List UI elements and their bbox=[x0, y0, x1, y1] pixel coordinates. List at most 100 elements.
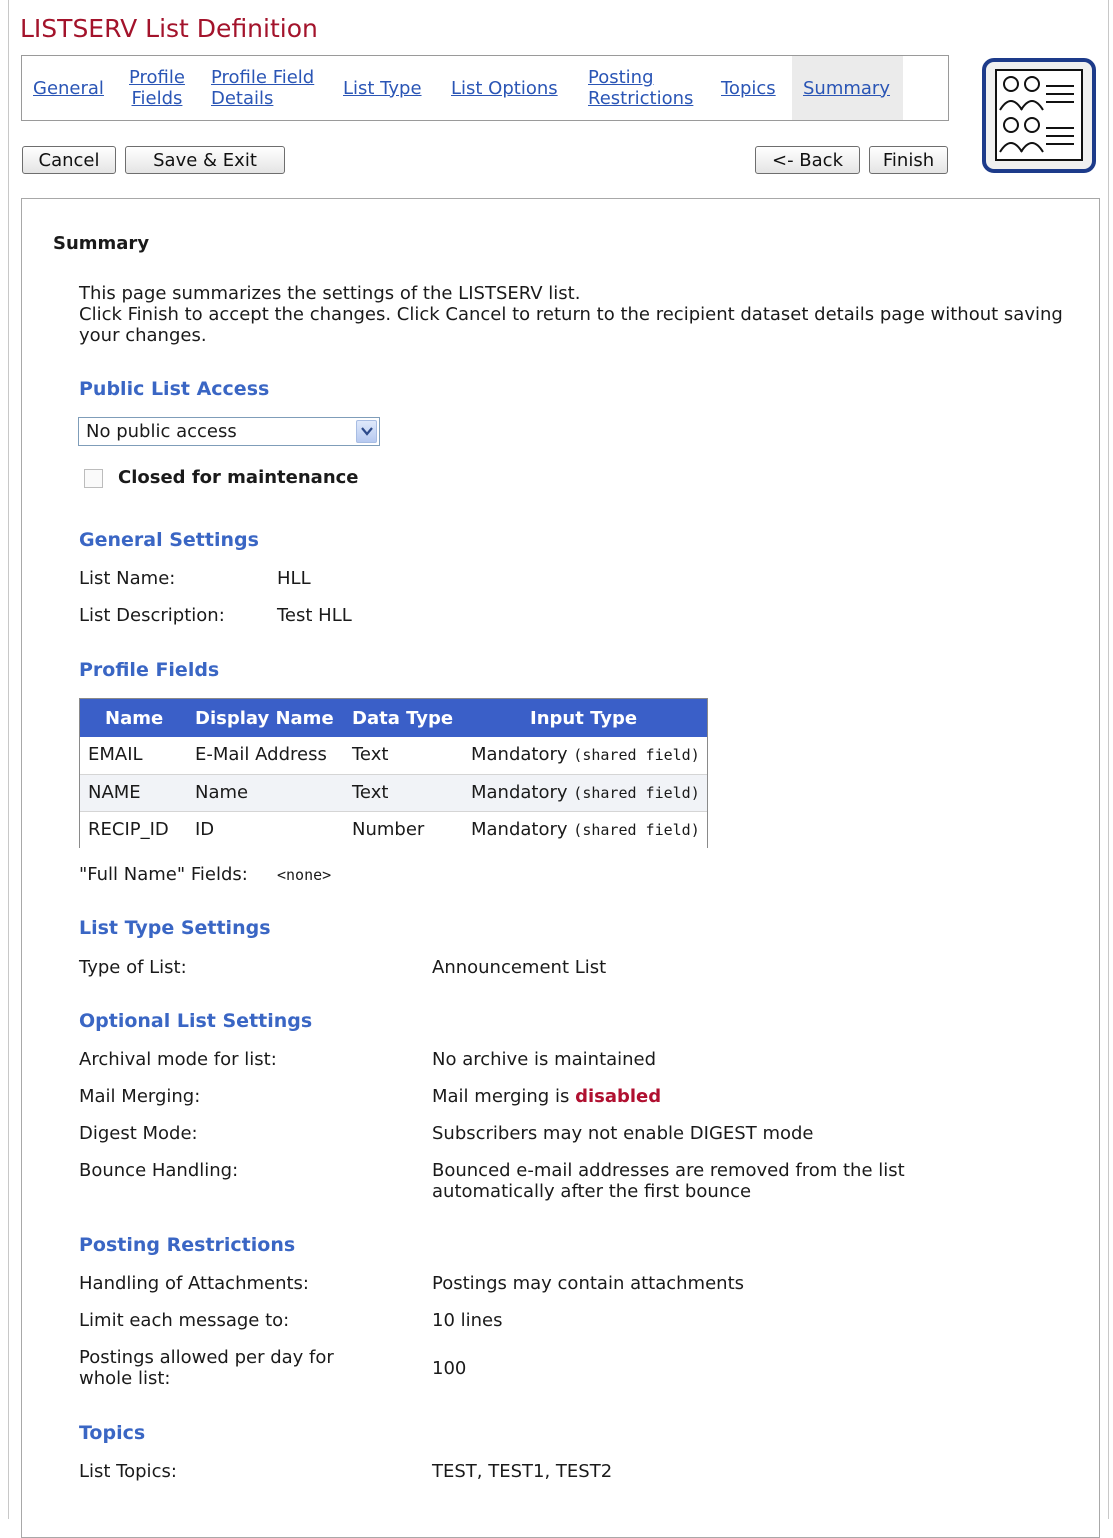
closed-for-maintenance-label: Closed for maintenance bbox=[118, 467, 359, 488]
wizard-tabs: General Profile Fields Profile Field Detai… bbox=[21, 55, 949, 121]
summary-intro: This page summarizes the settings of the… bbox=[79, 283, 1069, 346]
cell-input-type-value: Mandatory bbox=[471, 782, 568, 803]
mail-merging-value-prefix: Mail merging is bbox=[432, 1086, 570, 1107]
cell-data-type: Text bbox=[352, 782, 389, 803]
summary-intro-line-1: This page summarizes the settings of the… bbox=[79, 283, 581, 304]
mail-merging-state: disabled bbox=[575, 1086, 662, 1107]
cell-display-name: E-Mail Address bbox=[195, 744, 327, 765]
tab-general-label: General bbox=[33, 77, 104, 99]
tab-list-type[interactable]: List Type bbox=[343, 56, 422, 120]
tab-profile-field-details[interactable]: Profile Field Details bbox=[211, 56, 314, 120]
cell-input-type-value: Mandatory bbox=[471, 744, 568, 765]
list-description-value: Test HLL bbox=[277, 605, 352, 626]
tab-posting-restrictions[interactable]: Posting Restrictions bbox=[588, 56, 693, 120]
bounce-handling-value: Bounced e-mail addresses are removed fro… bbox=[432, 1160, 905, 1202]
tab-list-options[interactable]: List Options bbox=[451, 56, 558, 120]
chevron-down-icon[interactable] bbox=[356, 420, 377, 443]
message-limit-label: Limit each message to: bbox=[79, 1310, 290, 1331]
summary-heading: Summary bbox=[53, 233, 150, 254]
tab-profile-fields-line2: Fields bbox=[131, 88, 183, 109]
cell-name: NAME bbox=[88, 782, 141, 803]
mail-merging-value: Mail merging is disabled bbox=[432, 1086, 661, 1107]
list-name-label: List Name: bbox=[79, 568, 176, 589]
cell-display-name: ID bbox=[195, 819, 215, 840]
digest-mode-value: Subscribers may not enable DIGEST mode bbox=[432, 1123, 814, 1144]
cell-input-type: Mandatory (shared field) bbox=[471, 819, 700, 840]
summary-intro-line-2: Click Finish to accept the changes. Clic… bbox=[79, 304, 1063, 346]
table-row: RECIP_ID ID Number Mandatory (shared fie… bbox=[80, 811, 707, 848]
bounce-handling-value-line-2: automatically after the first bounce bbox=[432, 1181, 752, 1202]
public-access-select[interactable]: No public access bbox=[78, 417, 380, 446]
cell-data-type: Number bbox=[352, 819, 425, 840]
cell-input-type-note: (shared field) bbox=[573, 746, 700, 764]
attachments-value: Postings may contain attachments bbox=[432, 1273, 745, 1294]
table-row: NAME Name Text Mandatory (shared field) bbox=[80, 774, 707, 811]
cell-display-name: Name bbox=[195, 782, 249, 803]
profile-fields-heading: Profile Fields bbox=[79, 659, 220, 681]
tab-summary[interactable]: Summary bbox=[792, 56, 903, 120]
tab-general[interactable]: General bbox=[33, 56, 104, 120]
tab-posting-restrictions-label: Posting Restrictions bbox=[588, 67, 693, 109]
cell-name: EMAIL bbox=[88, 744, 143, 765]
list-topics-value: TEST, TEST1, TEST2 bbox=[432, 1461, 613, 1482]
tab-profile-fields-line1: Profile bbox=[129, 67, 185, 88]
cell-input-type-note: (shared field) bbox=[573, 784, 700, 802]
column-header-input-type: Input Type bbox=[530, 708, 638, 729]
save-exit-button[interactable]: Save & Exit bbox=[125, 146, 285, 174]
tab-profile-field-details-line2: Details bbox=[211, 88, 274, 109]
list-definition-logo-icon bbox=[982, 58, 1096, 173]
tab-profile-field-details-line1: Profile Field bbox=[211, 67, 315, 88]
bounce-handling-value-line-1: Bounced e-mail addresses are removed fro… bbox=[432, 1160, 905, 1181]
finish-button[interactable]: Finish bbox=[869, 146, 948, 174]
tab-list-type-label: List Type bbox=[343, 77, 422, 99]
tab-posting-restrictions-line1: Posting bbox=[588, 67, 654, 88]
postings-per-day-value: 100 bbox=[432, 1358, 467, 1379]
cell-name: RECIP_ID bbox=[88, 819, 169, 840]
mail-merging-label: Mail Merging: bbox=[79, 1086, 201, 1107]
column-header-name: Name bbox=[105, 708, 164, 729]
postings-per-day-label-line-1: Postings allowed per day for bbox=[79, 1347, 334, 1368]
public-list-access-heading: Public List Access bbox=[79, 378, 270, 400]
type-of-list-value: Announcement List bbox=[432, 957, 607, 978]
page-title: LISTSERV List Definition bbox=[20, 14, 318, 43]
table-header: Name Display Name Data Type Input Type bbox=[80, 699, 707, 737]
tab-topics-label: Topics bbox=[721, 77, 776, 99]
closed-for-maintenance-checkbox[interactable] bbox=[84, 469, 103, 488]
list-description-label: List Description: bbox=[79, 605, 225, 626]
profile-fields-table: Name Display Name Data Type Input Type E… bbox=[79, 698, 708, 848]
tab-summary-label: Summary bbox=[803, 77, 890, 99]
tab-list-options-label: List Options bbox=[451, 77, 558, 99]
table-row: EMAIL E-Mail Address Text Mandatory (sha… bbox=[80, 737, 707, 774]
cell-input-type-note: (shared field) bbox=[573, 821, 700, 839]
tab-profile-field-details-label: Profile Field Details bbox=[211, 67, 314, 109]
bounce-handling-label: Bounce Handling: bbox=[79, 1160, 239, 1181]
cell-input-type-value: Mandatory bbox=[471, 819, 568, 840]
archival-mode-label: Archival mode for list: bbox=[79, 1049, 277, 1070]
cell-input-type: Mandatory (shared field) bbox=[471, 782, 700, 803]
tab-topics[interactable]: Topics bbox=[721, 56, 776, 120]
list-type-settings-heading: List Type Settings bbox=[79, 917, 271, 939]
message-limit-value: 10 lines bbox=[432, 1310, 503, 1331]
cell-input-type: Mandatory (shared field) bbox=[471, 744, 700, 765]
tab-profile-fields[interactable]: Profile Fields bbox=[129, 56, 185, 120]
public-access-select-value: No public access bbox=[86, 421, 237, 442]
column-header-display-name: Display Name bbox=[195, 708, 334, 729]
cancel-button[interactable]: Cancel bbox=[22, 146, 116, 174]
general-settings-heading: General Settings bbox=[79, 529, 259, 551]
posting-restrictions-heading: Posting Restrictions bbox=[79, 1234, 296, 1256]
topics-heading: Topics bbox=[79, 1422, 146, 1444]
archival-mode-value: No archive is maintained bbox=[432, 1049, 657, 1070]
postings-per-day-label: Postings allowed per day for whole list: bbox=[79, 1347, 334, 1389]
back-button[interactable]: <- Back bbox=[755, 146, 860, 174]
optional-list-settings-heading: Optional List Settings bbox=[79, 1010, 313, 1032]
tab-profile-fields-label: Profile Fields bbox=[129, 67, 185, 109]
type-of-list-label: Type of List: bbox=[79, 957, 187, 978]
full-name-fields-value: <none> bbox=[277, 866, 332, 884]
list-topics-label: List Topics: bbox=[79, 1461, 177, 1482]
cell-data-type: Text bbox=[352, 744, 389, 765]
postings-per-day-label-line-2: whole list: bbox=[79, 1368, 171, 1389]
window-border-left bbox=[8, 0, 9, 1519]
digest-mode-label: Digest Mode: bbox=[79, 1123, 198, 1144]
attachments-label: Handling of Attachments: bbox=[79, 1273, 309, 1294]
tab-posting-restrictions-line2: Restrictions bbox=[588, 88, 694, 109]
